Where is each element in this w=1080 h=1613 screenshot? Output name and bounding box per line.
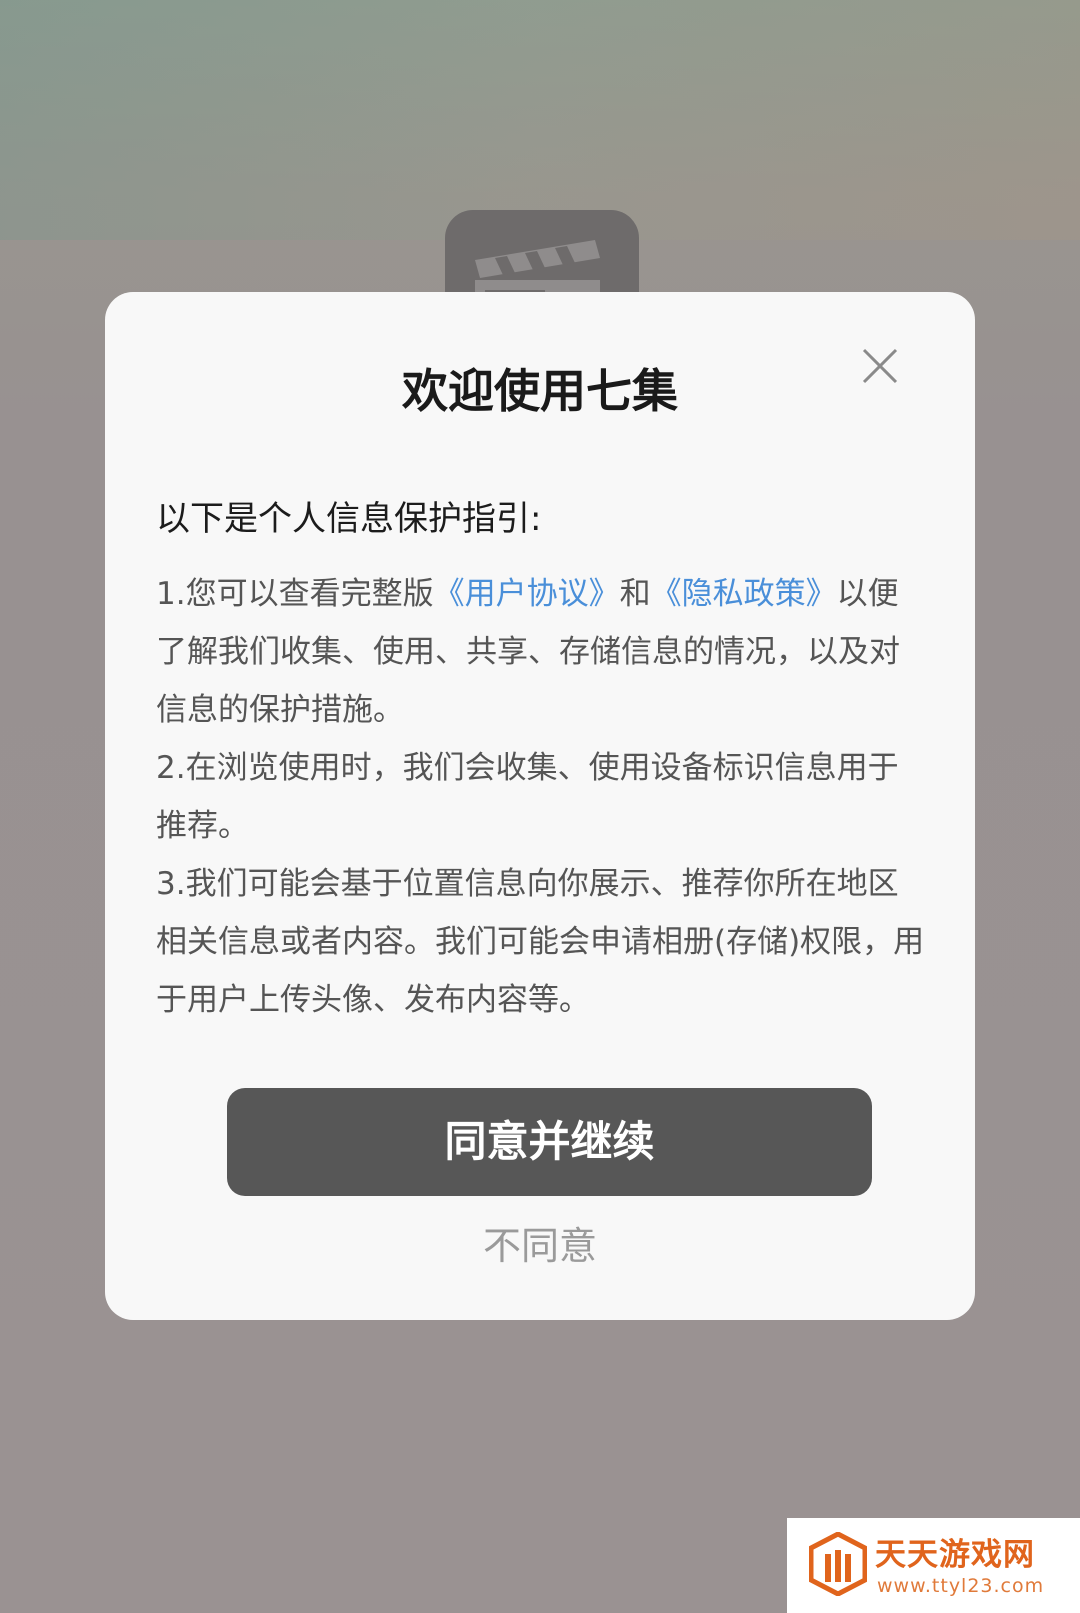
item1-prefix: 1.您可以查看完整版 [156,576,434,612]
user-agreement-link[interactable]: 《用户协议》 [434,576,620,612]
policy-content: 1.您可以查看完整版《用户协议》和《隐私政策》以便了解我们收集、使用、共享、存储… [156,565,926,1029]
watermark: 天天游戏网 www.ttyl23.com [787,1518,1080,1613]
decline-button[interactable]: 不同意 [105,1218,975,1274]
policy-item-3: 3.我们可能会基于位置信息向你展示、推荐你所在地区相关信息或者内容。我们可能会申… [156,866,925,1018]
watermark-name: 天天游戏网 [875,1537,1035,1573]
intro-text: 以下是个人信息保护指引: [156,499,542,539]
watermark-url: www.ttyl23.com [877,1575,1045,1597]
item1-and: 和 [619,576,651,612]
policy-item-1: 1.您可以查看完整版《用户协议》和《隐私政策》以便了解我们收集、使用、共享、存储… [156,565,926,739]
policy-item-2: 2.在浏览使用时，我们会收集、使用设备标识信息用于推荐。 [156,750,899,844]
watermark-logo-icon [809,1532,867,1596]
privacy-policy-link[interactable]: 《隐私政策》 [651,576,837,612]
agree-continue-button[interactable]: 同意并继续 [227,1088,872,1196]
dialog-title: 欢迎使用七集 [402,364,678,418]
